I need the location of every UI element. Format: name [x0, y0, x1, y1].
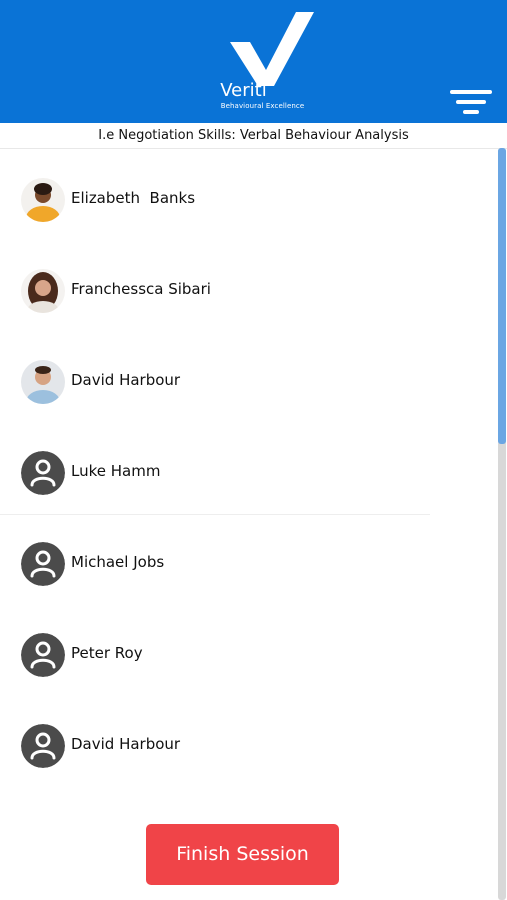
- participant-name: Michael Jobs: [71, 553, 165, 571]
- default-user-icon: [21, 724, 65, 768]
- session-subtitle: I.e Negotiation Skills: Verbal Behaviour…: [0, 123, 507, 149]
- participant-item[interactable]: Elizabeth Banks: [0, 154, 496, 245]
- participant-item[interactable]: Luke Hamm: [0, 427, 496, 518]
- participant-name: David Harbour: [71, 371, 181, 389]
- filter-menu-button[interactable]: [448, 88, 494, 118]
- finish-session-button[interactable]: Finish Session: [146, 824, 339, 885]
- avatar: [21, 360, 65, 404]
- filter-icon-bar-bottom: [463, 110, 479, 114]
- participant-list: Elizabeth Banks Franchessca Sibari David…: [0, 154, 496, 791]
- participant-name: David Harbour: [71, 735, 181, 753]
- participant-name: Franchessca Sibari: [71, 280, 211, 298]
- veriti-logo-icon: [230, 12, 314, 86]
- default-user-icon: [21, 451, 65, 495]
- participant-item[interactable]: Michael Jobs: [0, 518, 496, 609]
- filter-icon-bar-middle: [456, 100, 486, 104]
- scrollbar-track[interactable]: [498, 148, 506, 900]
- list-divider: [0, 514, 430, 515]
- participant-item[interactable]: David Harbour: [0, 700, 496, 791]
- participant-item[interactable]: Peter Roy: [0, 609, 496, 700]
- scrollbar-thumb[interactable]: [498, 148, 506, 444]
- brand-name: Verití: [220, 80, 267, 101]
- filter-icon-bar-top: [450, 90, 492, 94]
- default-user-icon: [21, 633, 65, 677]
- participant-item[interactable]: David Harbour: [0, 336, 496, 427]
- participant-name: Peter Roy: [71, 644, 143, 662]
- default-user-icon: [21, 542, 65, 586]
- brand-tagline: Behavioural Excellence: [220, 102, 305, 110]
- participant-name: Luke Hamm: [71, 462, 161, 480]
- participant-name: Elizabeth Banks: [71, 189, 196, 207]
- app-header: Verití Behavioural Excellence: [0, 0, 507, 123]
- participant-item[interactable]: Franchessca Sibari: [0, 245, 496, 336]
- avatar: [21, 269, 65, 313]
- avatar: [21, 178, 65, 222]
